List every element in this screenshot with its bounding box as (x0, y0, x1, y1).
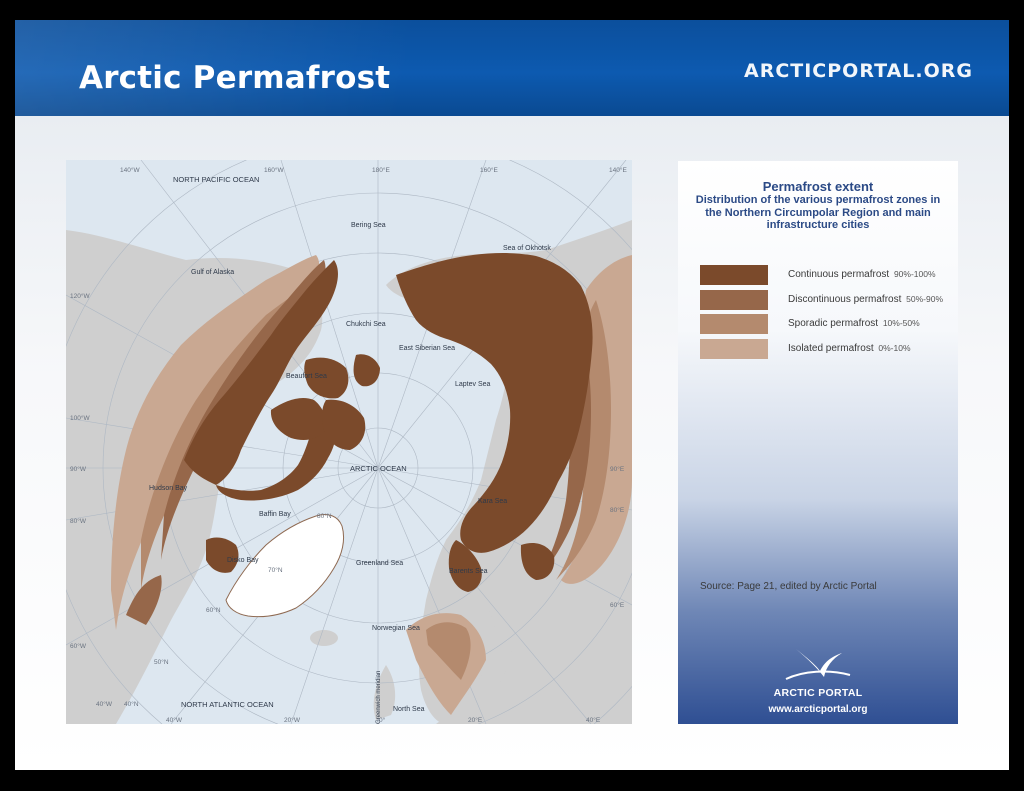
tick-80w: 80°W (70, 517, 87, 525)
legend-title: Permafrost extent (762, 179, 874, 194)
label-chukchi-sea: Chukchi Sea (346, 321, 386, 328)
tick-120w: 120°W (70, 292, 90, 300)
legend-range: 50%-90% (906, 294, 944, 304)
tick-40w: 40°W (96, 700, 113, 708)
label-kara-sea: Kara Sea (478, 498, 507, 505)
label-greenland-sea: Greenland Sea (356, 560, 403, 567)
swatch-sporadic (700, 314, 768, 334)
tick-20w: 20°W (284, 716, 301, 724)
tick-90e: 90°E (610, 465, 625, 473)
permafrost-map: NORTH PACIFIC OCEAN NORTH ATLANTIC OCEAN… (66, 160, 632, 724)
tick-80e: 80°E (610, 506, 625, 514)
swatch-discontinuous (700, 290, 768, 310)
tick-140w: 140°W (120, 166, 140, 174)
tick-0: 0° (379, 716, 386, 724)
iceland-land (310, 630, 338, 646)
tick-60w: 60°W (70, 642, 87, 650)
label-north-atlantic: NORTH ATLANTIC OCEAN (181, 700, 274, 709)
tick-20e: 20°E (468, 716, 483, 724)
legend-label: Isolated permafrost (788, 343, 874, 354)
legend-item-continuous: Continuous permafrost 90%-100% (788, 269, 936, 280)
tick-160w: 160°W (264, 166, 284, 174)
tick-40e: 40°E (586, 716, 601, 724)
label-beaufort-sea: Beaufort Sea (286, 373, 327, 380)
tick-160e: 160°E (480, 166, 498, 174)
source-note: Source: Page 21, edited by Arctic Portal (700, 581, 877, 592)
label-gulf-of-alaska: Gulf of Alaska (191, 269, 234, 276)
label-sea-of-okhotsk: Sea of Okhotsk (503, 245, 551, 252)
brand-text: ARCTICPORTAL.ORG (744, 60, 973, 82)
legend-label: Discontinuous permafrost (788, 294, 902, 305)
label-laptev-sea: Laptev Sea (455, 381, 491, 388)
logo-url: www.arcticportal.org (768, 704, 868, 715)
tick-60e: 60°E (610, 601, 625, 609)
tick-100w: 100°W (70, 414, 90, 422)
label-disko-bay: Disko Bay (227, 557, 259, 564)
legend-label: Sporadic permafrost (788, 318, 879, 329)
legend-panel: Permafrost extent Distribution of the va… (678, 161, 958, 724)
tick-60n: 60°N (206, 606, 221, 614)
label-bering-sea: Bering Sea (351, 222, 386, 229)
label-norwegian-sea: Norwegian Sea (372, 625, 420, 632)
legend-item-isolated: Isolated permafrost 0%-10% (788, 343, 911, 354)
label-greenwich-meridian: Greenwich meridian (376, 671, 382, 724)
label-arctic-ocean: ARCTIC OCEAN (350, 464, 407, 473)
logo-name: ARCTIC PORTAL (773, 687, 863, 699)
tick-50n: 50°N (154, 658, 169, 666)
legend-item-sporadic: Sporadic permafrost 10%-50% (788, 318, 920, 329)
tick-90w: 90°W (70, 465, 87, 473)
label-baffin-bay: Baffin Bay (259, 511, 291, 518)
tick-180e: 180°E (372, 166, 390, 174)
legend-range: 0%-10% (878, 343, 911, 353)
label-barents-sea: Barents Sea (449, 568, 488, 575)
legend-label: Continuous permafrost (788, 269, 890, 280)
bird-icon (785, 649, 851, 680)
legend-range: 10%-50% (882, 318, 920, 328)
swatch-continuous (700, 265, 768, 285)
page-title: Arctic Permafrost (79, 60, 391, 96)
legend-subtitle: Distribution of the various permafrost z… (695, 194, 941, 231)
legend-item-discontinuous: Discontinuous permafrost 50%-90% (788, 294, 943, 305)
slide: Arctic Permafrost ARCTICPORTAL.ORG NORTH… (15, 20, 1009, 770)
header-bar: Arctic Permafrost ARCTICPORTAL.ORG (15, 20, 1009, 116)
legend-range: 90%-100% (893, 269, 936, 279)
tick-40n: 40°N (124, 700, 139, 708)
label-east-siberian-sea: East Siberian Sea (399, 345, 455, 352)
tick-70n: 70°N (268, 566, 283, 574)
tick-140e: 140°E (609, 166, 627, 174)
label-hudson-bay: Hudson Bay (149, 485, 188, 492)
tick-80n: 80°N (317, 512, 332, 520)
tick-40w-bottom: 40°W (166, 716, 183, 724)
swatch-isolated (700, 339, 768, 359)
label-north-sea: North Sea (393, 706, 425, 713)
label-north-pacific: NORTH PACIFIC OCEAN (173, 175, 259, 184)
